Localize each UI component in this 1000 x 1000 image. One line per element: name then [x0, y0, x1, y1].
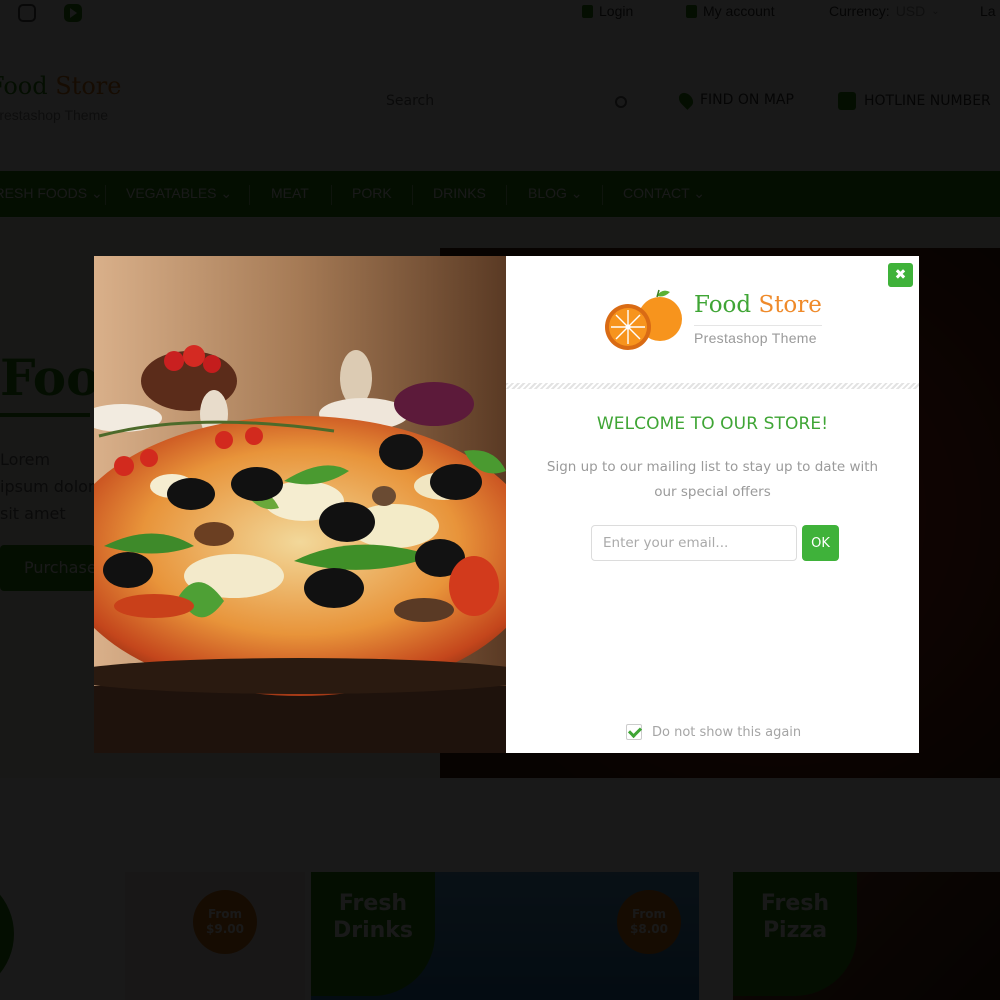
newsletter-popup: ✖ Food Store Prestashop Theme WELCOME TO…	[94, 256, 919, 753]
popup-logo-title: Food Store	[694, 292, 822, 318]
subscribe-ok-button[interactable]: OK	[802, 525, 839, 561]
popup-logo: Food Store Prestashop Theme	[602, 286, 832, 356]
orange-icon	[605, 289, 682, 350]
popup-content: ✖ Food Store Prestashop Theme WELCOME TO…	[506, 256, 919, 753]
close-icon: ✖	[894, 267, 907, 283]
dont-show-label: Do not show this again	[652, 724, 802, 740]
page: Login My account Currency: USD ⌄ La Food…	[0, 0, 1000, 1000]
pizza-image	[94, 256, 506, 753]
logo-divider	[694, 325, 822, 326]
dont-show-checkbox[interactable]	[626, 724, 642, 740]
popup-description: Sign up to our mailing list to stay up t…	[546, 459, 879, 500]
dont-show-again[interactable]: Do not show this again	[626, 724, 801, 740]
pizza-photo	[94, 256, 506, 753]
hatched-divider	[506, 383, 919, 389]
popup-logo-subtitle: Prestashop Theme	[694, 330, 817, 346]
close-button[interactable]: ✖	[888, 263, 913, 287]
popup-heading: WELCOME TO OUR STORE!	[596, 414, 829, 434]
email-input[interactable]	[591, 525, 797, 561]
